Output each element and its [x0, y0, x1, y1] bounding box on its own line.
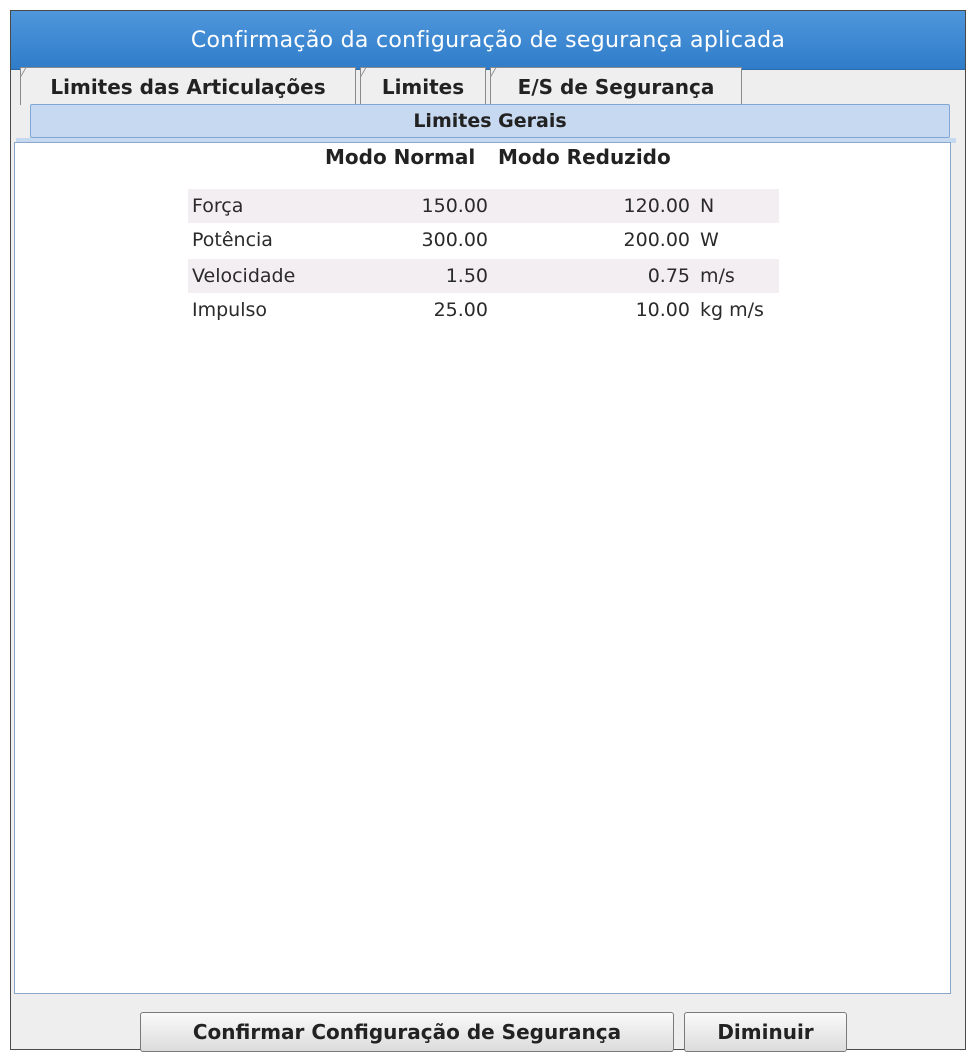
- row-label: Velocidade: [192, 265, 296, 287]
- normal-value: 150.00: [421, 195, 488, 217]
- row-label: Força: [192, 195, 244, 217]
- reduced-value: 0.75: [647, 265, 690, 287]
- unit-label: N: [700, 195, 715, 217]
- subtab-general-limits[interactable]: Limites Gerais: [30, 104, 950, 138]
- row-label: Potência: [192, 229, 273, 251]
- confirm-safety-config-button[interactable]: Confirmar Configuração de Segurança: [140, 1012, 674, 1052]
- table-row: Impulso 25.00 10.00 kg m/s: [188, 293, 779, 327]
- tab-limits[interactable]: Limites: [360, 67, 486, 105]
- reduced-value: 200.00: [623, 229, 690, 251]
- decrease-button[interactable]: Diminuir: [684, 1012, 847, 1052]
- normal-value: 1.50: [445, 265, 488, 287]
- unit-label: m/s: [700, 265, 735, 287]
- table-row: Velocidade 1.50 0.75 m/s: [188, 259, 779, 293]
- normal-value: 300.00: [421, 229, 488, 251]
- unit-label: kg m/s: [700, 299, 764, 321]
- dialog-title: Confirmação da configuração de segurança…: [11, 11, 965, 70]
- header-reduced-mode: Modo Reduzido: [498, 145, 671, 169]
- unit-label: W: [700, 229, 719, 251]
- normal-value: 25.00: [433, 299, 488, 321]
- tab-safety-io[interactable]: E/S de Segurança: [490, 67, 742, 105]
- reduced-value: 10.00: [635, 299, 690, 321]
- table-row: Potência 300.00 200.00 W: [188, 223, 779, 257]
- header-normal-mode: Modo Normal: [325, 145, 476, 169]
- table-row: Força 150.00 120.00 N: [188, 189, 779, 223]
- tab-joint-limits[interactable]: Limites das Articulações: [20, 67, 356, 105]
- row-label: Impulso: [192, 299, 268, 321]
- reduced-value: 120.00: [623, 195, 690, 217]
